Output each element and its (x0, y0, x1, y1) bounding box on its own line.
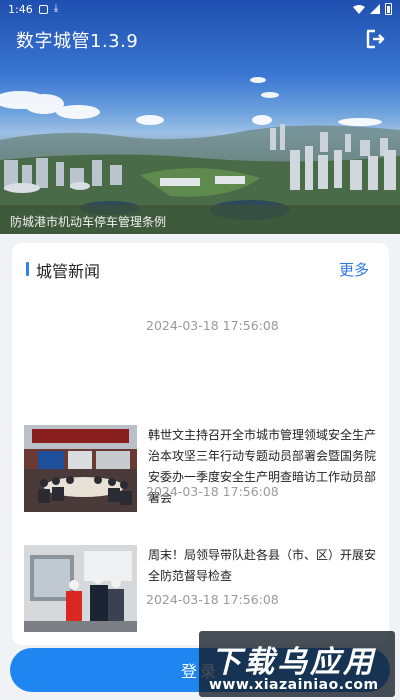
logout-icon (366, 29, 385, 49)
app-title: 数字城管1.3.9 (16, 31, 139, 52)
watermark: 下载乌应用 www.xiazainiao.com (199, 631, 395, 697)
more-link[interactable]: 更多 (339, 259, 369, 280)
signal-icon (370, 4, 380, 14)
app-notification-icon (38, 4, 48, 14)
news-thumbnail (24, 545, 137, 632)
status-bar: 1:46 ⤓ (0, 0, 400, 18)
logout-button[interactable] (364, 28, 386, 50)
banner-caption: 防城港市机动车停车管理条例 (10, 215, 167, 229)
news-header: 城管新闻 更多 (12, 243, 389, 291)
watermark-url: www.xiazainiao.com (209, 677, 379, 693)
news-time: 2024-03-18 17:56:08 (146, 318, 279, 333)
inspection-photo (24, 545, 137, 632)
news-card: 城管新闻 更多 2024-03-18 17:56:08 韩世文主持召开全市城市管… (12, 243, 389, 645)
news-item[interactable]: 周末！局领导带队赴各县（市、区）开展安全防范督导检查 2024-03-18 17… (12, 541, 389, 641)
download-icon: ⤓ (53, 3, 59, 14)
news-time: 2024-03-18 17:56:08 (146, 592, 279, 607)
meeting-photo (24, 425, 137, 512)
news-time: 2024-03-18 17:56:08 (146, 484, 279, 499)
wifi-icon (353, 4, 365, 14)
watermark-logo-text: 下载乌应用 (211, 645, 376, 680)
news-title: 周末！局领导带队赴各县（市、区）开展安全防范督导检查 (148, 548, 377, 583)
battery-icon (385, 3, 392, 15)
banner-image[interactable]: 数字城管1.3.9 防城港市机动车停车管理条例 (0, 0, 400, 234)
status-time: 1:46 (8, 2, 33, 16)
section-accent-bar (26, 262, 29, 276)
news-item[interactable]: 2024-03-18 17:56:08 (12, 303, 389, 363)
news-thumbnail (24, 425, 137, 512)
news-item[interactable]: 韩世文主持召开全市城市管理领域安全生产治本攻坚三年行动专题动员部署会暨国务院安委… (12, 417, 389, 517)
news-section-title: 城管新闻 (36, 262, 101, 281)
